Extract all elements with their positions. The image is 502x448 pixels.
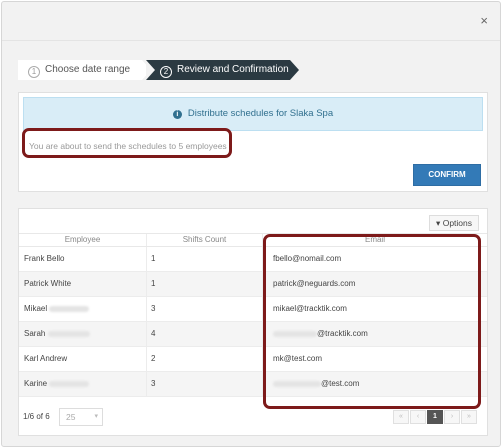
shifts-cell: 4 xyxy=(147,322,263,346)
confirm-button[interactable]: CONFIRM xyxy=(413,164,481,186)
employee-cell: Patrick White xyxy=(19,272,147,296)
table-row: Frank Bello 1 fbello@nomail.com xyxy=(19,247,487,272)
step-number: 2 xyxy=(160,66,172,78)
shifts-cell: 2 xyxy=(147,347,263,371)
employee-cell: Karine xyxy=(19,372,147,396)
shifts-cell: 3 xyxy=(147,297,263,321)
page-1-button[interactable]: 1 xyxy=(427,410,443,424)
step-label: Review and Confirmation xyxy=(177,64,289,75)
redacted-text xyxy=(273,330,317,337)
page-info: 1/6 of 6 xyxy=(23,412,50,421)
email-domain: @tracktik.com xyxy=(317,329,368,338)
employee-cell: Sarah xyxy=(19,322,147,346)
redacted-text xyxy=(273,380,321,387)
employee-name: Mikael xyxy=(24,304,48,313)
email-cell: mikael@tracktik.com xyxy=(273,304,347,313)
table-row: Mikael 3 mikael@tracktik.com xyxy=(19,297,487,322)
email-cell: @tracktik.com xyxy=(263,322,487,346)
column-header-email[interactable]: Email xyxy=(263,234,487,246)
employee-cell: Karl Andrew xyxy=(19,347,147,371)
employee-cell: Frank Bello xyxy=(19,247,147,271)
confirmation-card: i Distribute schedules for Slaka Spa You … xyxy=(18,92,488,192)
options-dropdown[interactable]: ▾ Options xyxy=(429,215,479,231)
previous-page-button[interactable]: ‹ xyxy=(410,410,426,424)
redacted-text xyxy=(49,305,90,312)
recipients-summary: You are about to send the schedules to 5… xyxy=(29,141,227,151)
table-row: Patrick White 1 patrick@neguards.com xyxy=(19,272,487,297)
step-notch xyxy=(146,60,155,80)
employee-cell: Mikael xyxy=(19,297,147,321)
banner-text: Distribute schedules for Slaka Spa xyxy=(187,108,334,119)
shifts-cell: 1 xyxy=(147,272,263,296)
column-header-employee[interactable]: Employee xyxy=(19,234,147,246)
pagination: « ‹ 1 › » xyxy=(393,410,477,424)
header-divider xyxy=(2,40,500,41)
step-review-and-confirmation[interactable]: 2 Review and Confirmation xyxy=(146,60,290,80)
step-arrow xyxy=(290,60,299,80)
first-page-button[interactable]: « xyxy=(393,410,409,424)
distribute-schedules-dialog: × 1 Choose date range 2 Review and Confirm… xyxy=(1,1,501,447)
last-page-button[interactable]: » xyxy=(461,410,477,424)
email-cell: @test.com xyxy=(263,372,487,396)
step-choose-date-range[interactable]: 1 Choose date range xyxy=(18,60,142,80)
options-label: Options xyxy=(442,218,472,228)
info-icon: i xyxy=(172,110,182,119)
table-row: Sarah 4 @tracktik.com xyxy=(19,322,487,347)
page-size-select[interactable]: 25 ▾ xyxy=(59,408,103,426)
email-cell: patrick@neguards.com xyxy=(273,279,356,288)
step-number: 1 xyxy=(28,66,40,78)
redacted-text xyxy=(49,380,90,387)
step-label: Choose date range xyxy=(45,64,131,75)
email-cell: mk@test.com xyxy=(273,354,323,363)
email-domain: @test.com xyxy=(321,379,360,388)
table-row: Karl Andrew 2 mk@test.com xyxy=(19,347,487,372)
employee-name: Sarah xyxy=(24,329,46,338)
redacted-text xyxy=(47,330,90,337)
email-cell: fbello@nomail.com xyxy=(273,254,342,263)
caret-down-icon: ▾ xyxy=(94,413,98,420)
employee-name: Karine xyxy=(24,379,48,388)
table-footer: 1/6 of 6 25 ▾ « ‹ 1 › » xyxy=(19,407,487,431)
employees-table: Employee Shifts Count Email Frank Bello … xyxy=(19,233,487,397)
page-size-value: 25 xyxy=(66,412,76,422)
employees-card: ▾ Options Employee Shifts Count Email Fr… xyxy=(18,208,488,436)
info-banner: i Distribute schedules for Slaka Spa xyxy=(23,97,483,131)
table-header: Employee Shifts Count Email xyxy=(19,233,487,247)
shifts-cell: 3 xyxy=(147,372,263,396)
next-page-button[interactable]: › xyxy=(444,410,460,424)
caret-down-icon: ▾ xyxy=(436,218,441,228)
close-icon[interactable]: × xyxy=(480,14,488,28)
column-header-shifts-count[interactable]: Shifts Count xyxy=(147,234,263,246)
table-row: Karine 3 @test.com xyxy=(19,372,487,397)
shifts-cell: 1 xyxy=(147,247,263,271)
